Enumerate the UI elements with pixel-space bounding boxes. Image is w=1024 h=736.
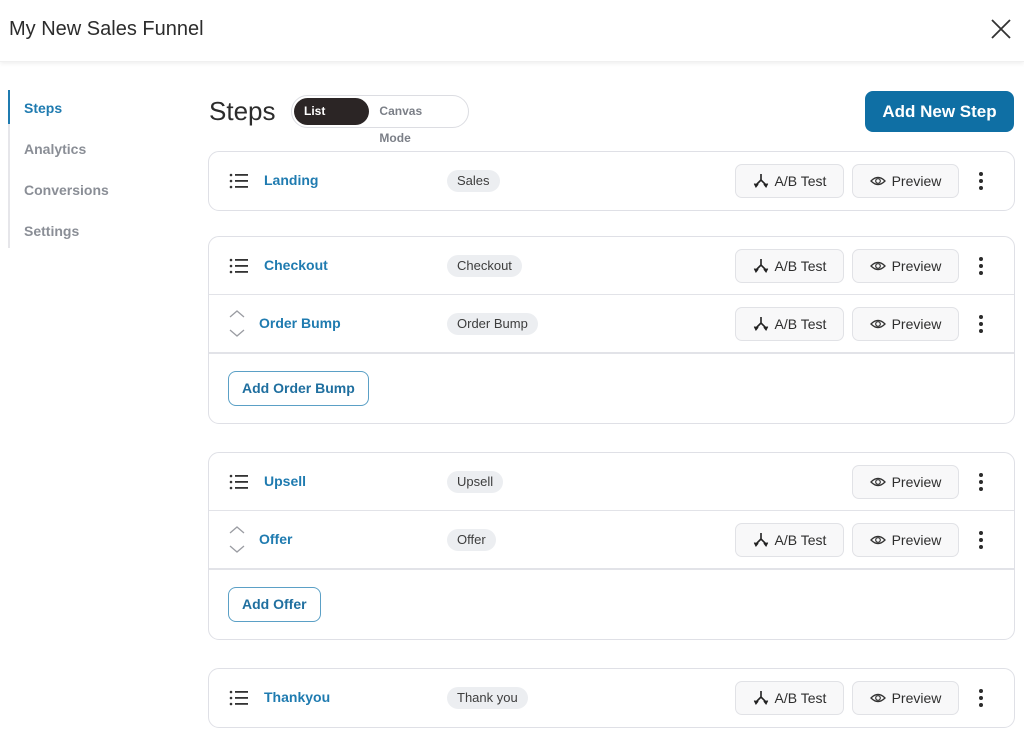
- more-options-icon[interactable]: [971, 168, 991, 194]
- ab-test-button[interactable]: A/B Test: [735, 681, 844, 715]
- reorder-arrows-icon[interactable]: [228, 524, 246, 556]
- eye-icon: [869, 534, 886, 546]
- more-options-icon[interactable]: [971, 469, 991, 495]
- list-mode-tab[interactable]: List Mode: [294, 98, 370, 145]
- step-name-link[interactable]: Thankyou: [264, 689, 330, 705]
- add-new-step-button[interactable]: Add New Step: [865, 91, 1014, 132]
- list-icon[interactable]: [229, 256, 249, 276]
- close-button[interactable]: [988, 16, 1014, 42]
- step-group-card: Checkout Checkout A/B Test Preview Order Bum…: [208, 236, 1015, 424]
- sidebar-item-analytics[interactable]: Analytics: [10, 131, 178, 172]
- step-group-card: Landing Sales A/B Test Preview: [208, 151, 1015, 211]
- preview-button[interactable]: Preview: [852, 465, 959, 499]
- reorder-arrows-icon[interactable]: [228, 308, 246, 340]
- preview-button[interactable]: Preview: [852, 523, 959, 557]
- list-icon[interactable]: [229, 472, 249, 492]
- view-mode-toggle: List Mode Canvas Mode: [291, 95, 469, 145]
- step-row: Checkout Checkout A/B Test Preview: [209, 237, 1014, 295]
- eye-icon: [869, 476, 886, 488]
- ab-test-button[interactable]: A/B Test: [735, 249, 844, 283]
- ab-test-label: A/B Test: [774, 532, 827, 548]
- ab-split-icon: [753, 316, 769, 332]
- step-group-card: Thankyou Thank you A/B Test Preview: [208, 668, 1015, 728]
- page-title: Steps: [209, 96, 276, 126]
- step-type-badge: Offer: [447, 529, 496, 551]
- add-sub-step-button[interactable]: Add Order Bump: [228, 371, 369, 406]
- window-title: My New Sales Funnel: [9, 18, 204, 40]
- step-row: Offer Offer A/B Test Preview: [209, 511, 1014, 569]
- ab-test-button[interactable]: A/B Test: [735, 164, 844, 198]
- more-options-icon[interactable]: [971, 253, 991, 279]
- step-row: Order Bump Order Bump A/B Test Preview: [209, 295, 1014, 353]
- eye-icon: [869, 175, 886, 187]
- list-icon[interactable]: [229, 171, 249, 191]
- ab-split-icon: [753, 258, 769, 274]
- eye-icon: [869, 260, 886, 272]
- step-name-link[interactable]: Checkout: [264, 257, 328, 273]
- add-sub-step-button[interactable]: Add Offer: [228, 587, 321, 622]
- ab-test-label: A/B Test: [774, 316, 827, 332]
- step-row: Landing Sales A/B Test Preview: [209, 152, 1014, 210]
- ab-split-icon: [753, 690, 769, 706]
- preview-label: Preview: [891, 690, 942, 706]
- preview-label: Preview: [891, 316, 942, 332]
- preview-label: Preview: [891, 532, 942, 548]
- step-name-link[interactable]: Landing: [264, 172, 318, 188]
- sidebar-item-conversions[interactable]: Conversions: [10, 172, 178, 213]
- step-type-badge: Thank you: [447, 687, 528, 709]
- eye-icon: [869, 318, 886, 330]
- sidebar-nav: Steps Analytics Conversions Settings: [8, 90, 178, 248]
- ab-test-button[interactable]: A/B Test: [735, 307, 844, 341]
- more-options-icon[interactable]: [971, 527, 991, 553]
- step-type-badge: Upsell: [447, 471, 504, 493]
- step-name-link[interactable]: Upsell: [264, 473, 306, 489]
- sidebar-item-steps[interactable]: Steps: [8, 90, 178, 131]
- sidebar-item-settings[interactable]: Settings: [10, 213, 178, 254]
- ab-test-label: A/B Test: [774, 690, 827, 706]
- close-icon: [991, 19, 1011, 39]
- step-type-badge: Sales: [447, 170, 500, 192]
- preview-button[interactable]: Preview: [852, 307, 959, 341]
- step-type-badge: Order Bump: [447, 313, 538, 335]
- ab-split-icon: [753, 532, 769, 548]
- preview-button[interactable]: Preview: [852, 249, 959, 283]
- step-group-card: Upsell Upsell Preview Offer Offer A/B Test Pre…: [208, 452, 1015, 640]
- ab-split-icon: [753, 173, 769, 189]
- canvas-mode-tab[interactable]: Canvas Mode: [369, 98, 466, 145]
- step-row: Upsell Upsell Preview: [209, 453, 1014, 511]
- more-options-icon[interactable]: [971, 311, 991, 337]
- more-options-icon[interactable]: [971, 685, 991, 711]
- preview-button[interactable]: Preview: [852, 681, 959, 715]
- step-row: Thankyou Thank you A/B Test Preview: [209, 669, 1014, 727]
- ab-test-label: A/B Test: [774, 258, 827, 274]
- preview-label: Preview: [891, 474, 942, 490]
- preview-label: Preview: [891, 173, 942, 189]
- step-name-link[interactable]: Offer: [259, 531, 292, 547]
- ab-test-label: A/B Test: [774, 173, 827, 189]
- step-type-badge: Checkout: [447, 255, 522, 277]
- list-icon[interactable]: [229, 688, 249, 708]
- preview-button[interactable]: Preview: [852, 164, 959, 198]
- step-name-link[interactable]: Order Bump: [259, 315, 341, 331]
- eye-icon: [869, 692, 886, 704]
- preview-label: Preview: [891, 258, 942, 274]
- header-bar: My New Sales Funnel: [0, 0, 1024, 62]
- add-sub-step-row: Add Offer: [209, 569, 1014, 639]
- ab-test-button[interactable]: A/B Test: [735, 523, 844, 557]
- add-sub-step-row: Add Order Bump: [209, 353, 1014, 423]
